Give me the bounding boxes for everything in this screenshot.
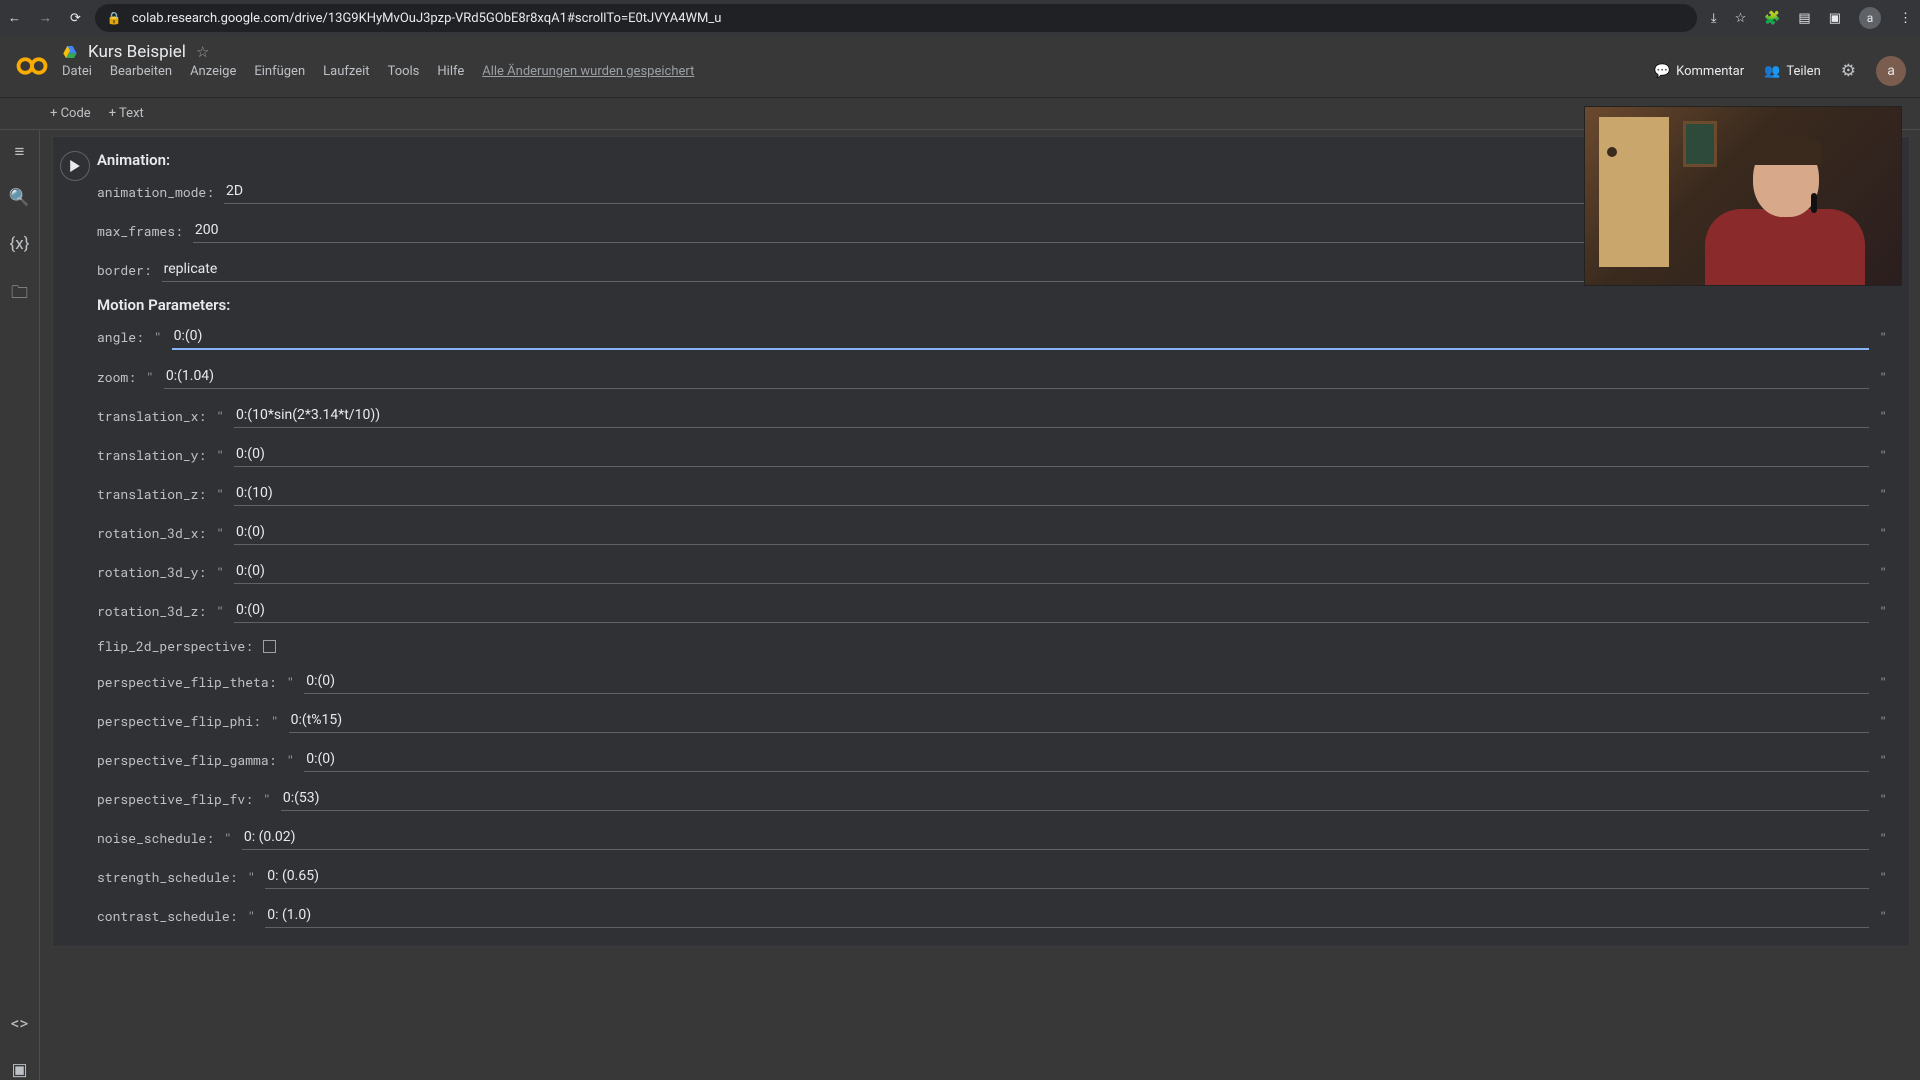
share-icon: 👥	[1764, 64, 1780, 79]
label-rotation-3d-x: rotation_3d_x:	[97, 524, 206, 542]
browser-menu-icon[interactable]: ⋮	[1899, 11, 1912, 26]
label-rotation-3d-y: rotation_3d_y:	[97, 563, 206, 581]
translation-y-input[interactable]	[234, 442, 1869, 467]
document-title[interactable]: Kurs Beispiel	[88, 42, 186, 62]
label-translation-z: translation_z:	[97, 485, 206, 503]
label-angle: angle:	[97, 328, 144, 346]
share-button[interactable]: 👥 Teilen	[1764, 64, 1821, 79]
run-button[interactable]	[60, 151, 90, 181]
contrast-schedule-input[interactable]	[265, 903, 1869, 928]
strength-schedule-input[interactable]	[265, 864, 1869, 889]
translation-z-input[interactable]	[234, 481, 1869, 506]
drive-icon	[62, 44, 78, 60]
comment-button[interactable]: 💬 Kommentar	[1654, 64, 1744, 79]
forward-icon[interactable]: →	[39, 10, 52, 26]
menu-tools[interactable]: Tools	[388, 64, 420, 79]
label-strength-schedule: strength_schedule:	[97, 868, 237, 886]
rotation-3d-x-input[interactable]	[234, 520, 1869, 545]
label-translation-y: translation_y:	[97, 446, 206, 464]
label-max-frames: max_frames:	[97, 222, 183, 240]
save-status: Alle Änderungen wurden gespeichert	[482, 64, 694, 79]
translation-x-input[interactable]	[234, 403, 1869, 428]
browser-avatar[interactable]: a	[1859, 7, 1881, 29]
share-label: Teilen	[1786, 64, 1820, 79]
search-icon[interactable]: 🔍	[9, 188, 30, 208]
quote-open: "	[154, 328, 162, 346]
noise-schedule-input[interactable]	[242, 825, 1869, 850]
angle-input[interactable]	[172, 324, 1870, 350]
perspective-flip-phi-input[interactable]	[289, 708, 1870, 733]
back-icon[interactable]: ←	[8, 10, 21, 26]
webcam-overlay	[1584, 106, 1902, 286]
menu-bar: Datei Bearbeiten Anzeige Einfügen Laufze…	[62, 64, 1642, 79]
colab-header: Kurs Beispiel ☆ Datei Bearbeiten Anzeige…	[0, 36, 1920, 98]
reload-icon[interactable]: ⟳	[70, 11, 81, 26]
address-bar[interactable]: 🔒 colab.research.google.com/drive/13G9KH…	[95, 4, 1697, 32]
play-icon	[69, 160, 81, 172]
label-translation-x: translation_x:	[97, 407, 206, 425]
perspective-flip-fv-input[interactable]	[281, 786, 1869, 811]
menu-file[interactable]: Datei	[62, 64, 92, 79]
lock-icon: 🔒	[107, 11, 122, 25]
section-motion-title: Motion Parameters:	[97, 296, 1887, 314]
comment-icon: 💬	[1654, 64, 1670, 79]
perspective-flip-gamma-input[interactable]	[304, 747, 1869, 772]
label-contrast-schedule: contrast_schedule:	[97, 907, 237, 925]
flip-2d-perspective-checkbox[interactable]	[263, 640, 276, 653]
rotation-3d-y-input[interactable]	[234, 559, 1869, 584]
label-perspective-flip-phi: perspective_flip_phi:	[97, 712, 261, 730]
user-avatar[interactable]: a	[1876, 56, 1906, 86]
label-animation-mode: animation_mode:	[97, 183, 214, 201]
label-perspective-flip-gamma: perspective_flip_gamma:	[97, 751, 276, 769]
label-flip-2d-perspective: flip_2d_perspective:	[97, 637, 253, 655]
menu-view[interactable]: Anzeige	[190, 64, 236, 79]
zoom-input[interactable]	[164, 364, 1869, 389]
menu-edit[interactable]: Bearbeiten	[110, 64, 172, 79]
add-code-button[interactable]: + Code	[50, 106, 91, 121]
bookmark-icon[interactable]: ☆	[1735, 11, 1747, 26]
rotation-3d-z-input[interactable]	[234, 598, 1869, 623]
label-border: border:	[97, 261, 152, 279]
files-icon[interactable]: 🗀	[11, 280, 28, 309]
variables-icon[interactable]: {x}	[10, 234, 30, 254]
star-icon[interactable]: ☆	[196, 43, 209, 61]
toc-icon[interactable]: ≡	[15, 142, 25, 162]
add-text-button[interactable]: + Text	[109, 106, 144, 121]
picture-in-picture-icon[interactable]: ▣	[1829, 11, 1841, 26]
extensions-icon[interactable]: 🧩	[1764, 11, 1780, 26]
label-perspective-flip-theta: perspective_flip_theta:	[97, 673, 276, 691]
comment-label: Kommentar	[1676, 64, 1744, 79]
command-palette-icon[interactable]: <>	[11, 1014, 29, 1034]
menu-runtime[interactable]: Laufzeit	[323, 64, 369, 79]
browser-chrome: ← → ⟳ 🔒 colab.research.google.com/drive/…	[0, 0, 1920, 36]
gear-icon[interactable]: ⚙	[1841, 61, 1856, 81]
label-zoom: zoom:	[97, 368, 136, 386]
url-text: colab.research.google.com/drive/13G9KHyM…	[132, 11, 722, 26]
quote-close: "	[1879, 328, 1887, 346]
label-perspective-flip-fv: perspective_flip_fv:	[97, 790, 253, 808]
perspective-flip-theta-input[interactable]	[304, 669, 1869, 694]
install-icon[interactable]: ⤓	[1711, 11, 1717, 26]
label-rotation-3d-z: rotation_3d_z:	[97, 602, 206, 620]
menu-insert[interactable]: Einfügen	[254, 64, 305, 79]
label-noise-schedule: noise_schedule:	[97, 829, 214, 847]
terminal-icon[interactable]: ▣	[11, 1060, 27, 1080]
colab-logo-icon[interactable]	[14, 48, 50, 84]
menu-help[interactable]: Hilfe	[437, 64, 464, 79]
side-panel-icon[interactable]: ▤	[1798, 11, 1810, 26]
left-rail: ≡ 🔍 {x} 🗀 <> ▣	[0, 130, 40, 1080]
